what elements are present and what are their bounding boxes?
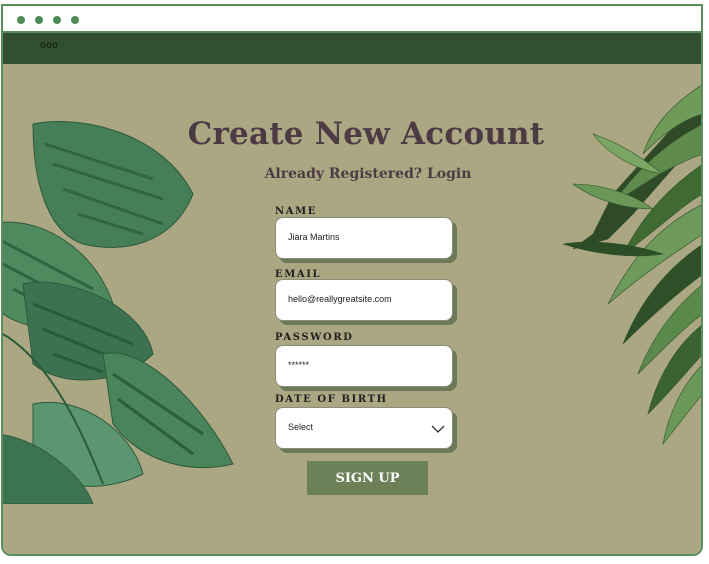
login-link[interactable]: Already Registered? Login: [3, 166, 701, 182]
email-field-value: hello@reallygreatsite.com: [288, 294, 392, 304]
page-title: Create New Account: [187, 116, 545, 152]
dob-select-value: Select: [288, 422, 314, 432]
menu-icon[interactable]: ooo: [40, 40, 58, 51]
window-titlebar: [3, 6, 701, 33]
window-dot-icon: [35, 16, 43, 24]
chevron-down-icon: [431, 425, 445, 433]
dob-select[interactable]: Select: [275, 407, 453, 449]
browser-window: ooo Create New Account Already Registere…: [1, 4, 703, 556]
password-field[interactable]: ******: [275, 345, 453, 387]
sign-up-button[interactable]: SIGN UP: [307, 461, 428, 495]
name-field-value: Jiara Martins: [288, 232, 340, 242]
password-label: PASSWORD: [275, 332, 354, 343]
monstera-leaves-icon: [3, 121, 234, 504]
name-label: NAME: [275, 206, 317, 217]
signup-page: Create New Account Already Registered? L…: [3, 64, 701, 554]
password-field-value: ******: [288, 360, 310, 370]
name-field[interactable]: Jiara Martins: [275, 217, 453, 259]
window-dot-icon: [71, 16, 79, 24]
top-navbar: ooo: [3, 33, 701, 64]
window-dot-icon: [53, 16, 61, 24]
email-field[interactable]: hello@reallygreatsite.com: [275, 279, 453, 321]
dob-label: DATE OF BIRTH: [275, 394, 388, 405]
window-dot-icon: [17, 16, 25, 24]
